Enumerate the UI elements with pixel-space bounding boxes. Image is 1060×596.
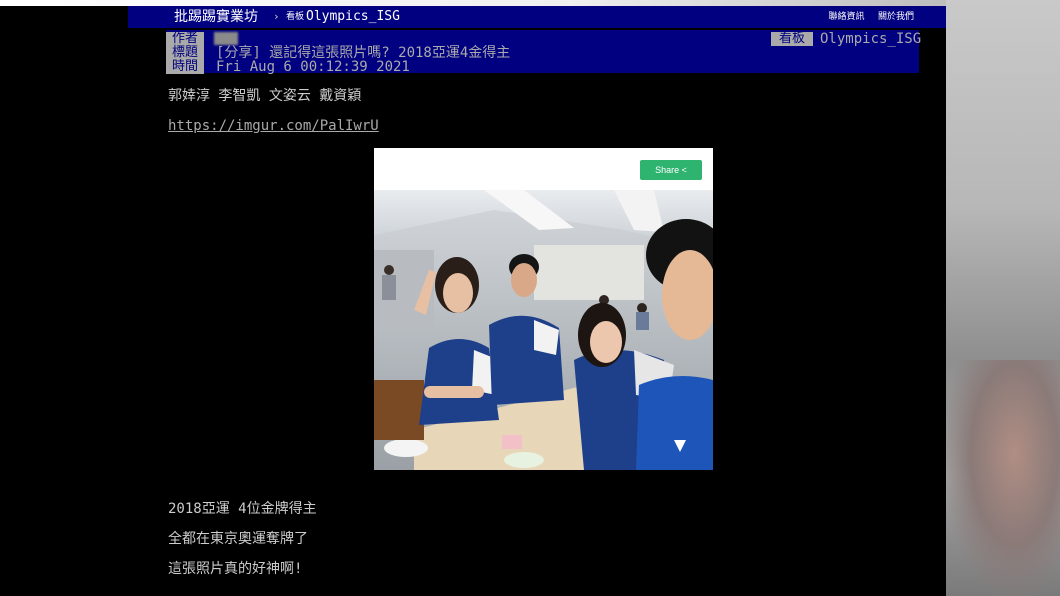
author-label: 作者 <box>166 32 204 46</box>
athlete-names: 郭婞淳 李智凱 文姿云 戴資穎 <box>168 88 362 104</box>
imgur-link[interactable]: https://imgur.com/PalIwrU <box>168 118 379 134</box>
blurred-background-right <box>946 0 1060 596</box>
embedded-photo: Share < <box>374 148 713 470</box>
board-value: Olympics_ISG <box>820 31 922 47</box>
about-link[interactable]: 關於我們 <box>878 12 914 22</box>
content-line-1: 2018亞運 4位金牌得主 <box>168 501 317 517</box>
article-title: [分享] 還記得這張照片嗎? 2018亞運4金得主 <box>216 45 511 61</box>
share-label: Share <box>655 165 680 175</box>
time-row: 時間 Fri Aug 6 00:12:39 2021 <box>166 60 919 74</box>
board-tag-label: 看板 <box>286 12 305 22</box>
top-links: 聯絡資訊 關於我們 <box>821 8 914 26</box>
ptt-article-page: 批踢踢實業坊 › 看板 Olympics_ISG 聯絡資訊 關於我們 作者 看板… <box>128 6 946 596</box>
board-label: 看板 <box>771 32 813 46</box>
share-icon: < <box>681 165 687 175</box>
top-navigation-bar: 批踢踢實業坊 › 看板 Olympics_ISG 聯絡資訊 關於我們 <box>128 6 946 28</box>
title-label: 標題 <box>166 46 204 60</box>
black-margin-left <box>0 6 128 596</box>
breadcrumb-separator: › <box>273 10 280 23</box>
contact-link[interactable]: 聯絡資訊 <box>829 12 865 22</box>
site-brand-link[interactable]: 批踢踢實業坊 <box>174 7 258 27</box>
author-row: 作者 看板 Olympics_ISG <box>166 31 922 47</box>
content-line-2: 全都在東京奧運奪牌了 <box>168 531 308 547</box>
time-label: 時間 <box>166 60 204 74</box>
author-redacted <box>214 32 238 45</box>
article-time: Fri Aug 6 00:12:39 2021 <box>216 59 410 75</box>
group-selfie-image <box>374 190 713 470</box>
share-button[interactable]: Share < <box>640 160 702 180</box>
article-metadata: 作者 看板 Olympics_ISG 標題 [分享] 還記得這張照片嗎? 201… <box>166 30 922 74</box>
imgur-link-line: https://imgur.com/PalIwrU <box>168 117 379 135</box>
content-line-3: 這張照片真的好神啊! <box>168 561 303 577</box>
title-row: 標題 [分享] 還記得這張照片嗎? 2018亞運4金得主 <box>166 46 919 60</box>
board-name-link[interactable]: Olympics_ISG <box>306 7 400 27</box>
